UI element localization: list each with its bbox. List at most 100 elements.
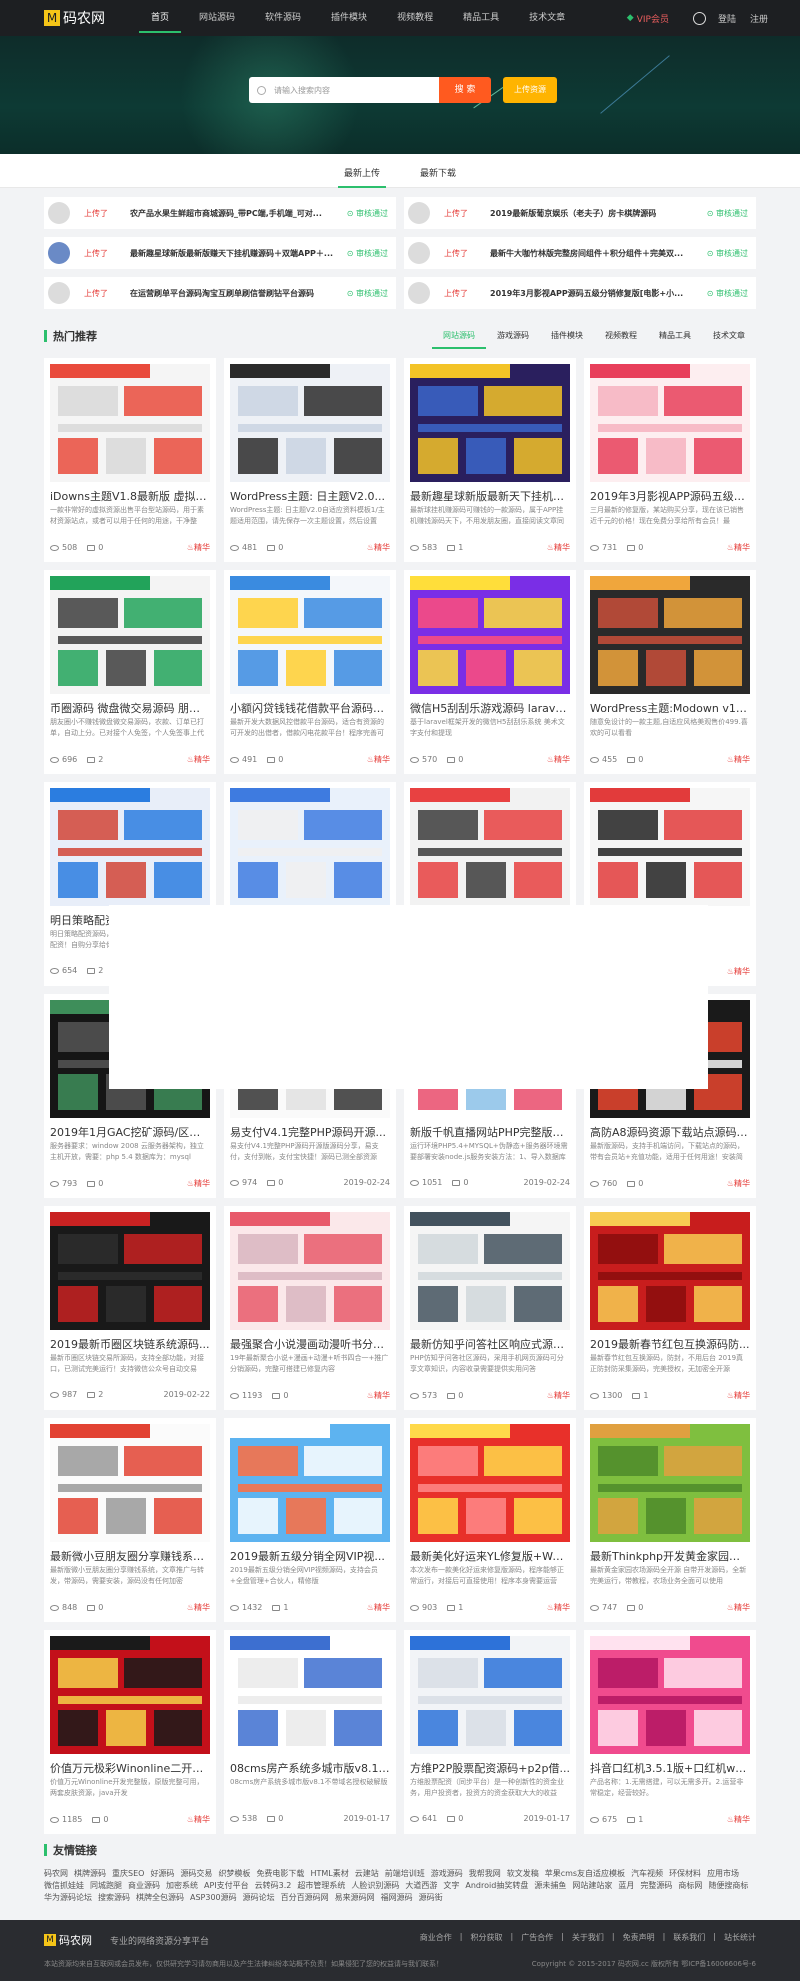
card-title[interactable]: 2019最新春节红包互换源码防... bbox=[590, 1336, 750, 1352]
card-title[interactable]: iDowns主题V1.8最新版 虚拟资... bbox=[50, 488, 210, 504]
card-thumbnail[interactable] bbox=[590, 1424, 750, 1542]
login-link[interactable]: 登陆 bbox=[718, 12, 736, 25]
menu-item-software-source[interactable]: 软件源码 bbox=[265, 0, 301, 36]
menu-item-home[interactable]: 首页 bbox=[138, 0, 182, 36]
friend-link[interactable]: 加密系统 bbox=[166, 1880, 198, 1892]
card-thumbnail[interactable] bbox=[590, 1636, 750, 1754]
friend-link[interactable]: 软文发稿 bbox=[507, 1868, 539, 1880]
card-thumbnail[interactable] bbox=[50, 364, 210, 482]
card-thumbnail[interactable] bbox=[230, 364, 390, 482]
friend-link[interactable]: 云转码3.2 bbox=[255, 1880, 292, 1892]
friend-link[interactable]: 百分百源码网 bbox=[281, 1892, 329, 1904]
friend-link[interactable]: 源码街 bbox=[419, 1892, 443, 1904]
upload-title[interactable]: 2019最新版葡京娱乐（老夫子）房卡棋牌源码 bbox=[490, 208, 699, 219]
card-thumbnail[interactable] bbox=[410, 1424, 570, 1542]
friend-link[interactable]: 前端培训班 bbox=[385, 1868, 425, 1880]
resource-card[interactable]: WordPress主题:Modown v1.7... 随意免设计的一款主题,自适应… bbox=[584, 570, 756, 774]
resource-card[interactable]: 小额闪贷钱钱花借款平台源码+... 最新开发大数据风控借款平台源码，适合有资源的可… bbox=[224, 570, 396, 774]
card-title[interactable]: 2019年3月影视APP源码五级分... bbox=[590, 488, 750, 504]
footer-link[interactable]: 广告合作 bbox=[521, 1932, 553, 1943]
resource-card[interactable]: 2019最新春节红包互换源码防... 最新春节红包互换源码，防封，不用后台 201… bbox=[584, 1206, 756, 1410]
upload-title[interactable]: 在运营刷单平台源码淘宝互刷单刷信誉刷钻平台源码 bbox=[130, 288, 339, 299]
friend-link[interactable]: 完整源码 bbox=[640, 1880, 672, 1892]
card-title[interactable]: 2019最新币圈区块链系统源码... bbox=[50, 1336, 210, 1352]
card-title[interactable]: 小额闪贷钱钱花借款平台源码+... bbox=[230, 700, 390, 716]
friend-link[interactable]: HTML素材 bbox=[310, 1868, 348, 1880]
tab-latest-upload[interactable]: 最新上传 bbox=[337, 166, 387, 188]
footer-link[interactable]: 商业合作 bbox=[420, 1932, 452, 1943]
friend-link[interactable]: 汽车视频 bbox=[631, 1868, 663, 1880]
tab-articles[interactable]: 技术文章 bbox=[702, 326, 756, 346]
tab-latest-download[interactable]: 最新下载 bbox=[414, 166, 462, 187]
search-button[interactable]: 搜 索 bbox=[439, 77, 491, 103]
card-thumbnail[interactable] bbox=[410, 364, 570, 482]
card-title[interactable]: 最新微小豆朋友圈分享赚钱系统... bbox=[50, 1548, 210, 1564]
friend-link[interactable]: 织梦模板 bbox=[218, 1868, 250, 1880]
register-link[interactable]: 注册 bbox=[750, 12, 768, 25]
friend-link[interactable]: 商业源码 bbox=[128, 1880, 160, 1892]
resource-card[interactable]: WordPress主题: 日主题V2.0... WordPress主题: 日主题V… bbox=[224, 358, 396, 562]
resource-card[interactable]: 2019最新五级分销全网VIP视... 2019最新五级分销全网VIP视频源码，支… bbox=[224, 1418, 396, 1622]
friend-link[interactable]: 应用市场 bbox=[707, 1868, 739, 1880]
footer-logo[interactable]: M 码农网 bbox=[44, 1932, 92, 1948]
card-thumbnail[interactable] bbox=[590, 576, 750, 694]
card-thumbnail[interactable] bbox=[50, 1636, 210, 1754]
card-title[interactable]: WordPress主题: 日主题V2.0... bbox=[230, 488, 390, 504]
card-title[interactable]: 微信H5刮刮乐游戏源码 laravel... bbox=[410, 700, 570, 716]
card-title[interactable]: 最新Thinkphp开发黄金家园农... bbox=[590, 1548, 750, 1564]
list-item[interactable]: 上传了 2019年3月影视APP源码五级分销修复版[电影+小... ⊙ 审核通过 bbox=[404, 277, 756, 309]
upload-title[interactable]: 农产品水果生鲜超市商城源码_带PC端,手机端_可对... bbox=[130, 208, 339, 219]
friend-link[interactable]: 商标网 bbox=[678, 1880, 702, 1892]
card-title[interactable]: 08cms房产系统多城市版v8.1不... bbox=[230, 1760, 390, 1776]
friend-link[interactable]: 网站建站家 bbox=[572, 1880, 612, 1892]
card-thumbnail[interactable] bbox=[50, 1212, 210, 1330]
card-thumbnail[interactable] bbox=[410, 1212, 570, 1330]
friend-link[interactable]: 棋牌源码 bbox=[74, 1868, 106, 1880]
resource-card[interactable]: 最新仿知乎问答社区响应式源码... PHP仿知乎问答社区源码，采用手机网页源码可分… bbox=[404, 1206, 576, 1410]
friend-link[interactable]: 源码交易 bbox=[180, 1868, 212, 1880]
resource-card[interactable]: 方维P2P股票配资源码+p2p借... 方维股票配资（同步平台）是一种创新性的资金… bbox=[404, 1630, 576, 1834]
resource-card[interactable]: 微信H5刮刮乐游戏源码 laravel... 基于laravel框架开发的微信H5… bbox=[404, 570, 576, 774]
card-thumbnail[interactable] bbox=[590, 364, 750, 482]
card-title[interactable]: 方维P2P股票配资源码+p2p借... bbox=[410, 1760, 570, 1776]
user-icon[interactable] bbox=[692, 11, 706, 25]
site-logo[interactable]: M 码农网 bbox=[44, 8, 136, 28]
upload-button[interactable]: 上传资源 bbox=[503, 77, 557, 103]
friend-link[interactable]: API支付平台 bbox=[204, 1880, 249, 1892]
card-title[interactable]: 2019最新五级分销全网VIP视... bbox=[230, 1548, 390, 1564]
upload-title[interactable]: 2019年3月影视APP源码五级分销修复版[电影+小... bbox=[490, 288, 699, 299]
resource-card[interactable]: iDowns主题V1.8最新版 虚拟资... 一款非常好的虚拟资源出售平台型站源码… bbox=[44, 358, 216, 562]
friend-link[interactable]: 人脸识别源码 bbox=[351, 1880, 399, 1892]
card-thumbnail[interactable] bbox=[50, 788, 210, 906]
resource-card[interactable]: 最新Thinkphp开发黄金家园农... 最新黄金家园农场源码全开源 自带开发源码… bbox=[584, 1418, 756, 1622]
card-thumbnail[interactable] bbox=[50, 576, 210, 694]
friend-link[interactable]: 超市管理系统 bbox=[297, 1880, 345, 1892]
card-thumbnail[interactable] bbox=[590, 1212, 750, 1330]
card-title[interactable]: 最新仿知乎问答社区响应式源码... bbox=[410, 1336, 570, 1352]
friend-link[interactable]: 易来源码网 bbox=[335, 1892, 375, 1904]
vip-link[interactable]: ◆ VIP会员 bbox=[627, 12, 669, 25]
friend-link[interactable]: 源未捕鱼 bbox=[534, 1880, 566, 1892]
card-title[interactable]: 新版千帆直播网站PHP完整版源... bbox=[410, 1124, 570, 1140]
card-title[interactable]: 易支付V4.1完整PHP源码开源... bbox=[230, 1124, 390, 1140]
friend-link[interactable]: 文字 bbox=[443, 1880, 459, 1892]
footer-link[interactable]: 关于我们 bbox=[572, 1932, 604, 1943]
friend-link[interactable]: 好源码 bbox=[150, 1868, 174, 1880]
friend-link[interactable]: 棋牌全包源码 bbox=[136, 1892, 184, 1904]
friend-link[interactable]: 免费电影下载 bbox=[256, 1868, 304, 1880]
tab-tools[interactable]: 精品工具 bbox=[648, 326, 702, 346]
resource-card[interactable]: 最强聚合小说漫画动漫听书分销... 19年最新聚合小说+漫画+动漫+听书四合一+推… bbox=[224, 1206, 396, 1410]
friend-link[interactable]: 环保材料 bbox=[669, 1868, 701, 1880]
list-item[interactable]: 上传了 农产品水果生鲜超市商城源码_带PC端,手机端_可对... ⊙ 审核通过 bbox=[44, 197, 396, 229]
card-thumbnail[interactable] bbox=[230, 1424, 390, 1542]
menu-item-plugins[interactable]: 插件模块 bbox=[331, 0, 367, 36]
tab-website-source[interactable]: 网站源码 bbox=[432, 326, 486, 349]
friend-link[interactable]: ASP300源码 bbox=[190, 1892, 237, 1904]
list-item[interactable]: 上传了 2019最新版葡京娱乐（老夫子）房卡棋牌源码 ⊙ 审核通过 bbox=[404, 197, 756, 229]
menu-item-tools[interactable]: 精品工具 bbox=[463, 0, 499, 36]
search-input[interactable]: 请输入搜索内容 bbox=[249, 77, 439, 103]
resource-card[interactable]: 08cms房产系统多城市版v8.1不... 08cms房产系统多城市版v8.1不带… bbox=[224, 1630, 396, 1834]
card-title[interactable]: 最新美化好运来YL修复版+WA... bbox=[410, 1548, 570, 1564]
card-thumbnail[interactable] bbox=[230, 1212, 390, 1330]
upload-title[interactable]: 最新趣星球新版最新版赚天下挂机赚源码＋双端APP＋... bbox=[130, 248, 339, 259]
